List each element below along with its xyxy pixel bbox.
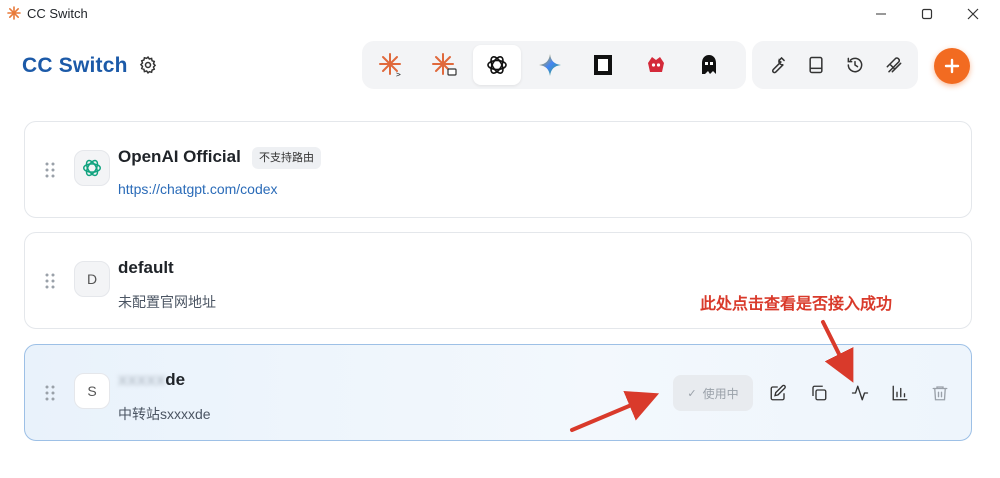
- sunburst-icon: [7, 6, 21, 20]
- avatar: S: [74, 373, 110, 409]
- close-icon: [967, 8, 979, 20]
- provider-url-link[interactable]: https://chatgpt.com/codex: [118, 181, 278, 197]
- annotation-text: 此处点击查看是否接入成功: [700, 296, 893, 313]
- title-bar: CC Switch: [0, 0, 1000, 28]
- plus-icon: [944, 58, 960, 74]
- claude-code-icon: >_: [379, 53, 404, 78]
- app-switcher: >_: [362, 41, 746, 89]
- status-badge: 不支持路由: [252, 147, 321, 169]
- provider-name: xxxxxde: [118, 370, 185, 390]
- opencode-icon: [594, 55, 612, 75]
- history-button[interactable]: [835, 45, 874, 85]
- provider-card-openai[interactable]: OpenAI Official 不支持路由 https://chatgpt.co…: [24, 121, 972, 218]
- book-icon: [808, 56, 823, 74]
- provider-name-visible: de: [165, 370, 186, 389]
- drag-handle-icon[interactable]: [43, 383, 57, 403]
- provider-name: OpenAI Official: [118, 147, 241, 166]
- provider-card-default[interactable]: D default 未配置官网地址: [24, 232, 972, 329]
- docs-button[interactable]: [796, 45, 835, 85]
- edit-button[interactable]: [765, 380, 791, 406]
- gear-icon: [139, 55, 157, 75]
- claude-desktop-icon: [432, 53, 457, 76]
- delete-button[interactable]: [927, 380, 953, 406]
- gemini-icon: [539, 54, 561, 76]
- stats-icon: [892, 385, 908, 401]
- trash-icon: [932, 386, 948, 401]
- add-provider-button[interactable]: [934, 48, 970, 84]
- settings-button[interactable]: [137, 54, 159, 76]
- openai-codex-icon: [487, 56, 507, 74]
- tab-ghost-mascot[interactable]: [685, 45, 733, 85]
- openai-logo-icon: [83, 159, 101, 177]
- close-button[interactable]: [950, 0, 996, 28]
- edit-icon: [770, 384, 786, 401]
- blurred-name: xxxxx: [118, 370, 166, 389]
- check-icon: ✓: [687, 387, 697, 400]
- brand-title: CC Switch: [22, 54, 128, 77]
- avatar: D: [74, 261, 110, 297]
- minimize-icon: [876, 13, 886, 15]
- drag-handle-icon[interactable]: [43, 160, 57, 180]
- prompts-button[interactable]: [874, 45, 913, 85]
- tab-opencode[interactable]: [579, 45, 627, 85]
- tools-group: [752, 41, 918, 89]
- minimize-button[interactable]: [858, 0, 904, 28]
- tab-codex[interactable]: [473, 45, 521, 85]
- tab-gemini[interactable]: [526, 45, 574, 85]
- window-title: CC Switch: [27, 6, 88, 21]
- test-latency-button[interactable]: [847, 380, 873, 406]
- tab-claude-code[interactable]: >_: [367, 45, 415, 85]
- in-use-label: 使用中: [702, 386, 739, 401]
- drag-handle-icon[interactable]: [43, 271, 57, 291]
- maximize-button[interactable]: [904, 0, 950, 28]
- copy-icon: [812, 385, 827, 401]
- prompts-icon: [886, 57, 901, 73]
- stats-button[interactable]: [887, 380, 913, 406]
- maximize-icon: [921, 8, 933, 20]
- copy-button[interactable]: [806, 380, 832, 406]
- ghost-mascot-icon: [702, 55, 716, 74]
- svg-text:>_: >_: [396, 70, 404, 78]
- tab-claude-desktop[interactable]: [420, 45, 468, 85]
- wrench-icon: [771, 56, 785, 74]
- tools-button[interactable]: [757, 45, 796, 85]
- provider-description: 未配置官网地址: [118, 294, 216, 310]
- history-icon: [847, 57, 862, 73]
- provider-card-active[interactable]: S xxxxxde 中转站sxxxxde ✓ 使用中: [24, 344, 972, 441]
- provider-name: default: [118, 258, 174, 277]
- avatar: [74, 150, 110, 186]
- tab-red-mascot[interactable]: [632, 45, 680, 85]
- test-latency-icon: [851, 385, 869, 401]
- provider-description: 中转站sxxxxde: [118, 406, 211, 422]
- in-use-button[interactable]: ✓ 使用中: [673, 375, 753, 411]
- red-mascot-icon: [648, 57, 664, 72]
